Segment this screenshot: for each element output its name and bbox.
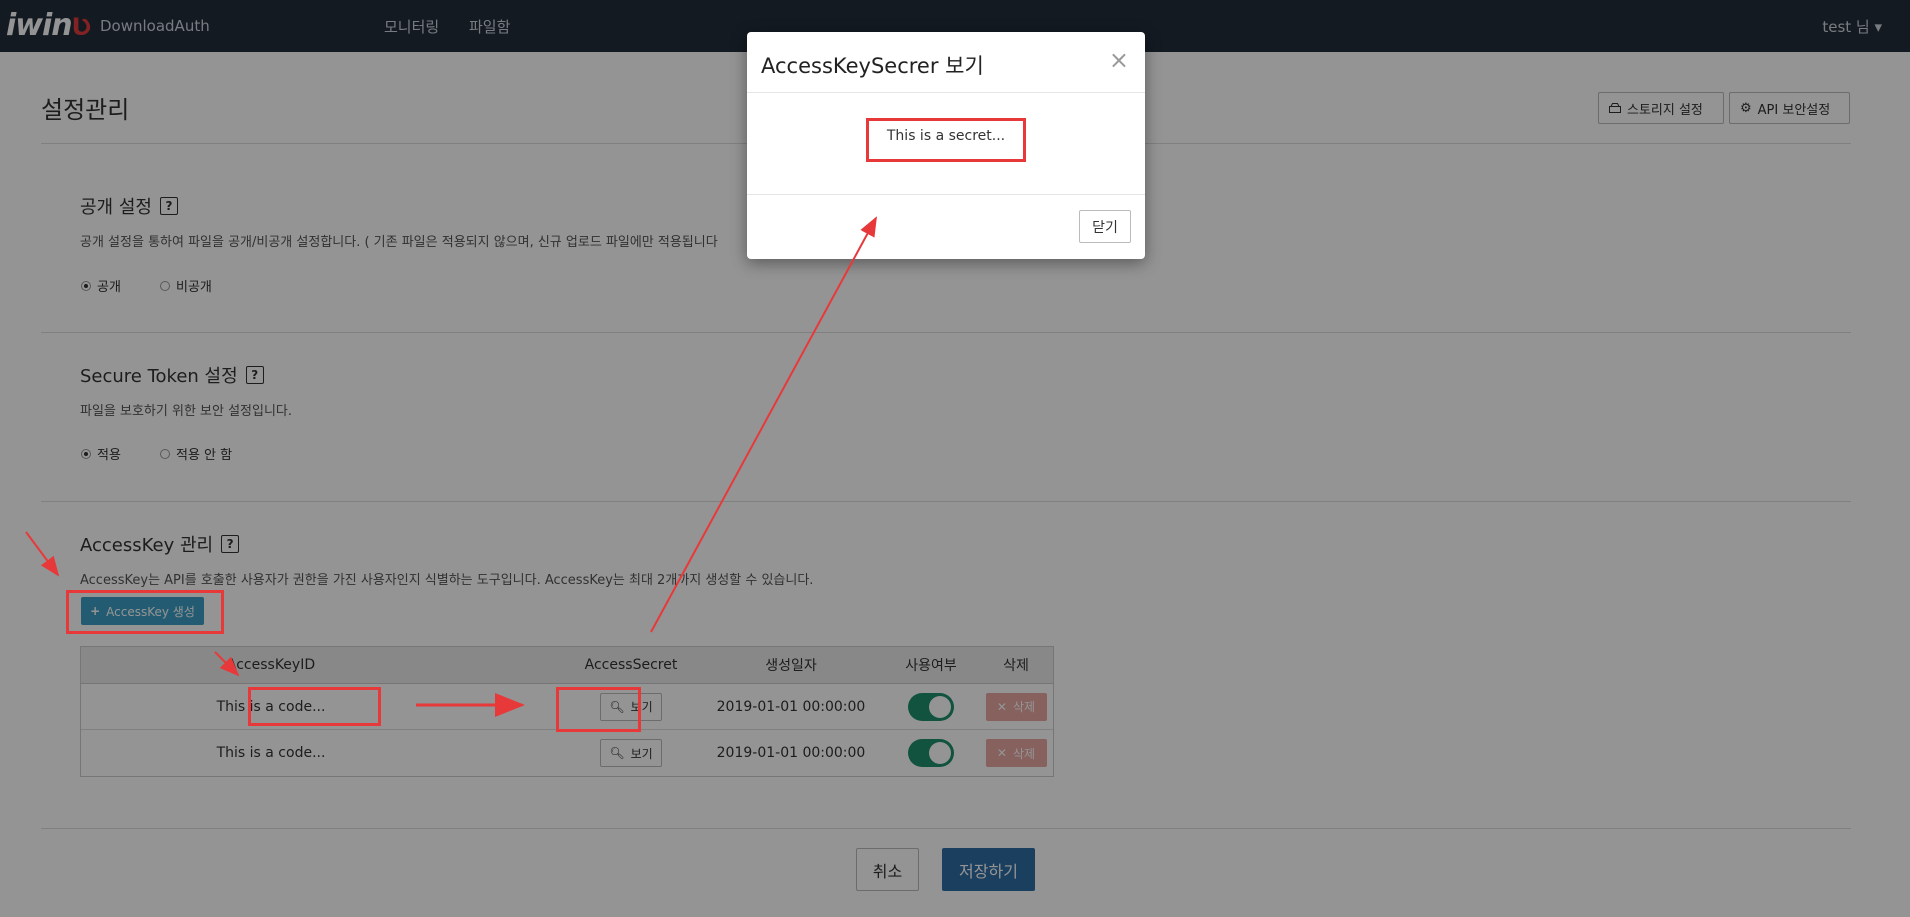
- annotation-arrow: [25, 531, 60, 577]
- annotation-arrows: [25, 216, 877, 717]
- annotation-arrow: [214, 651, 240, 677]
- annotation-arrow: [650, 216, 877, 633]
